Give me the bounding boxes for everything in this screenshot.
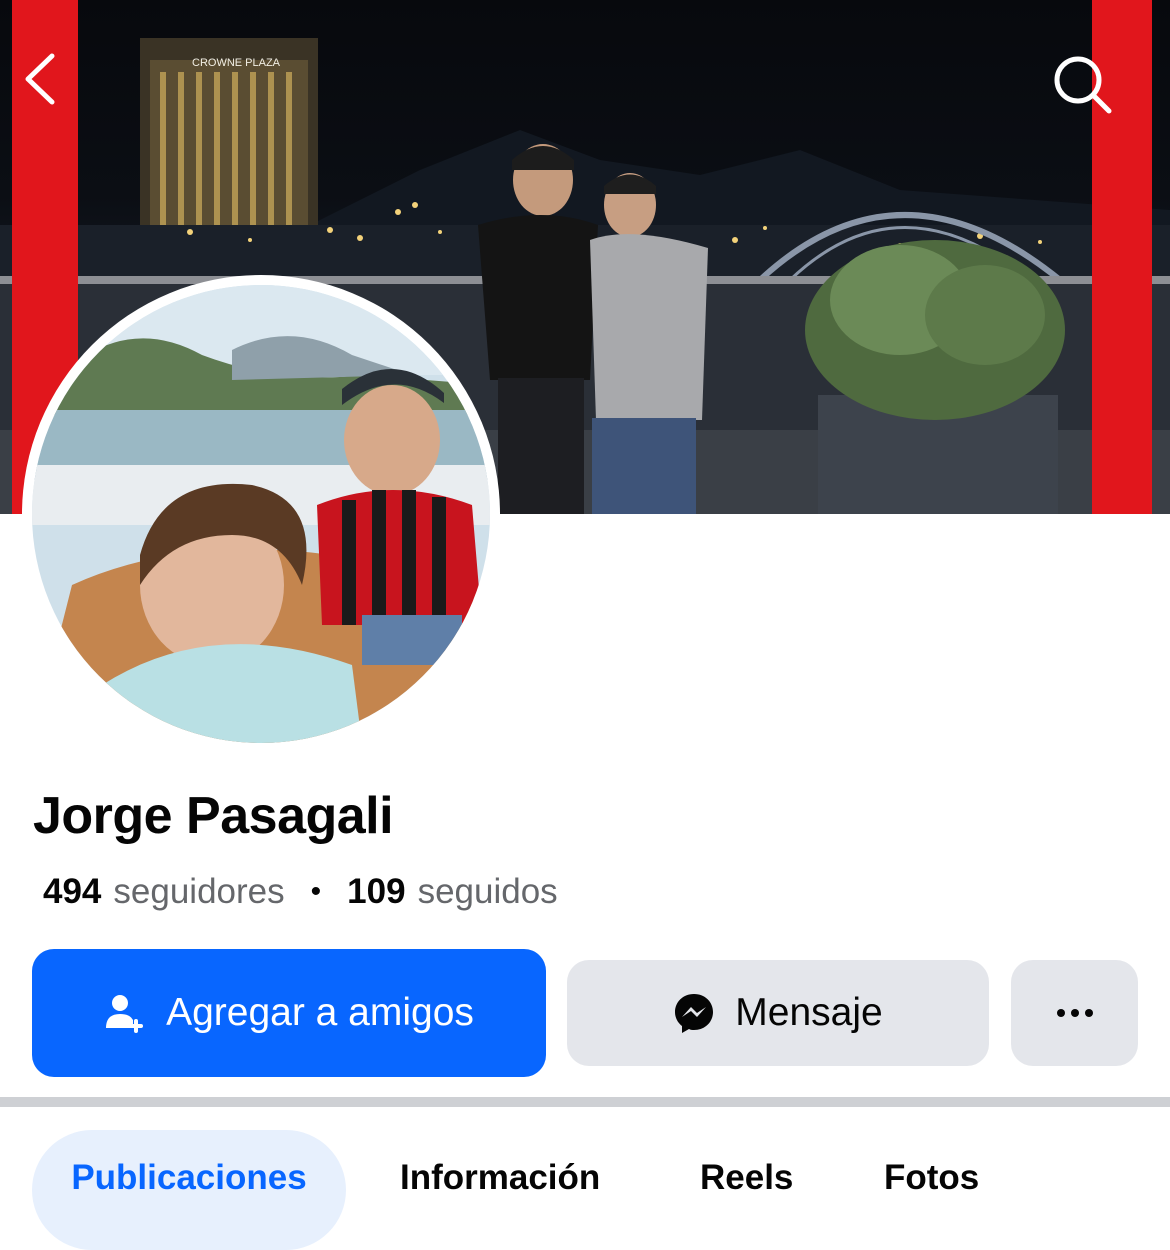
followers-count[interactable]: 494 bbox=[43, 872, 101, 912]
following-count[interactable]: 109 bbox=[347, 872, 405, 912]
chevron-left-icon bbox=[25, 53, 55, 105]
add-friend-icon bbox=[104, 992, 146, 1034]
avatar-photo bbox=[32, 285, 490, 743]
add-friend-label: Agregar a amigos bbox=[166, 991, 474, 1034]
more-dots-icon bbox=[1056, 1009, 1093, 1017]
profile-stats: 494 seguidores • 109 seguidos bbox=[43, 872, 558, 912]
following-label[interactable]: seguidos bbox=[418, 872, 558, 912]
back-button[interactable] bbox=[22, 52, 102, 132]
more-options-button[interactable] bbox=[1011, 960, 1138, 1066]
profile-avatar[interactable] bbox=[22, 275, 500, 753]
add-friend-button[interactable]: Agregar a amigos bbox=[32, 949, 546, 1077]
message-label: Mensaje bbox=[735, 991, 883, 1034]
followers-label[interactable]: seguidores bbox=[113, 872, 284, 912]
cover-hotel-sign: CROWNE PLAZA bbox=[192, 57, 281, 69]
section-divider bbox=[0, 1097, 1170, 1107]
profile-tabs: Publicaciones Información Reels Fotos bbox=[0, 1130, 1170, 1250]
stats-separator: • bbox=[310, 875, 322, 908]
search-icon bbox=[1054, 56, 1112, 114]
tab-publicaciones[interactable]: Publicaciones bbox=[32, 1130, 346, 1250]
message-button[interactable]: Mensaje bbox=[567, 960, 989, 1066]
tab-fotos[interactable]: Fotos bbox=[884, 1130, 979, 1250]
tab-reels[interactable]: Reels bbox=[700, 1130, 793, 1250]
search-button[interactable] bbox=[1050, 52, 1130, 132]
messenger-icon bbox=[673, 992, 715, 1034]
tab-informacion[interactable]: Información bbox=[400, 1130, 600, 1250]
profile-name: Jorge Pasagali bbox=[33, 787, 394, 845]
